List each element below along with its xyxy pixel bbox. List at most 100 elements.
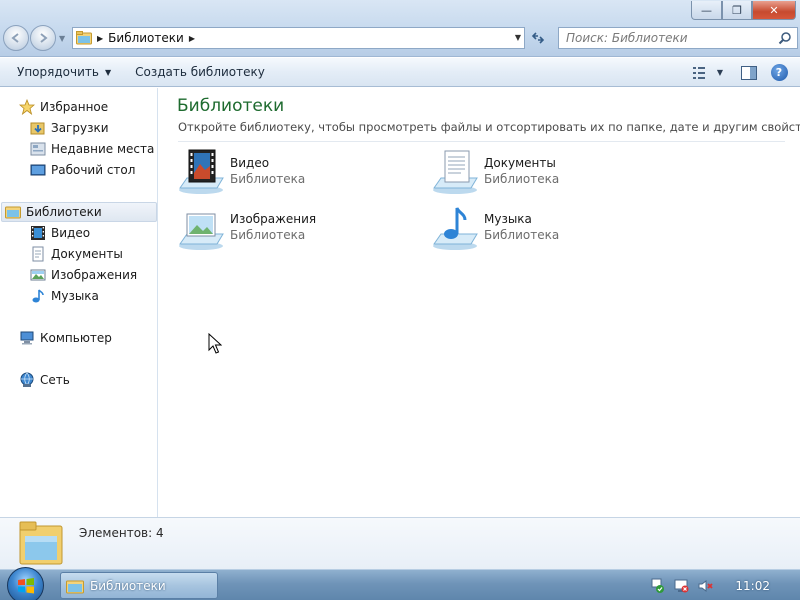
pictures-icon — [30, 267, 46, 283]
library-type: Библиотека — [230, 228, 306, 242]
library-name: Изображения — [230, 212, 317, 226]
nav-item-music[interactable]: Музыка — [30, 286, 99, 306]
search-input[interactable] — [566, 31, 771, 45]
items-count: Элементов: 4 — [79, 526, 164, 540]
nav-item-documents[interactable]: Документы — [30, 244, 123, 264]
libraries-folder-icon — [66, 580, 84, 593]
nav-item-label: Видео — [51, 226, 91, 240]
search-icon[interactable] — [778, 31, 792, 45]
computer-icon — [19, 330, 35, 346]
divider — [178, 141, 785, 142]
taskbar-item-libraries[interactable]: Библиотеки — [60, 572, 218, 599]
chevron-down-icon: ▼ — [104, 67, 112, 77]
nav-item-label: Рабочий стол — [51, 163, 136, 177]
navigation-pane: Избранное Загрузки Недавние места Рабочи… — [0, 88, 158, 517]
view-options-icon — [692, 66, 705, 79]
nav-libraries[interactable]: Библиотеки — [1, 202, 157, 222]
nav-item-label: Загрузки — [51, 121, 109, 135]
create-library-label: Создать библиотеку — [135, 65, 265, 79]
minimize-button[interactable]: — — [691, 1, 722, 20]
recent-pages-dropdown[interactable]: ▼ — [59, 34, 65, 43]
help-button[interactable]: ? — [764, 58, 794, 87]
view-dropdown-icon[interactable]: ▼ — [717, 68, 723, 77]
nav-item-desktop[interactable]: Рабочий стол — [30, 160, 135, 180]
action-center-icon[interactable] — [647, 576, 667, 596]
breadcrumb-separator-icon[interactable]: ▶ — [97, 34, 103, 43]
nav-favorites-label: Избранное — [40, 100, 109, 114]
nav-item-downloads[interactable]: Загрузки — [30, 118, 109, 138]
page-description: Откройте библиотеку, чтобы просмотреть ф… — [178, 120, 800, 134]
create-library-button[interactable]: Создать библиотеку — [126, 58, 274, 87]
breadcrumb-chevron-icon[interactable]: ▶ — [189, 34, 195, 43]
system-tray: 11:02 — [647, 570, 800, 600]
address-bar[interactable]: ▶ Библиотеки ▶ ▼ — [72, 27, 525, 49]
content-pane: Библиотеки Откройте библиотеку, чтобы пр… — [159, 88, 800, 517]
pictures-library-icon — [179, 213, 224, 250]
library-name: Музыка — [484, 212, 532, 226]
page-title: Библиотеки — [177, 96, 285, 116]
nav-computer-label: Компьютер — [40, 331, 112, 345]
nav-item-label: Музыка — [51, 289, 99, 303]
desktop-icon — [30, 162, 46, 178]
music-icon — [30, 288, 46, 304]
close-button[interactable]: ✕ — [752, 1, 796, 20]
forward-button[interactable] — [30, 25, 56, 51]
change-view-button[interactable]: ▼ — [688, 58, 728, 87]
library-tile-documents[interactable]: Документы Библиотека — [431, 148, 671, 198]
title-bar: — ❐ ✕ ▼ ▶ Библиотеки ▶ ▼ — [0, 0, 800, 57]
library-tile-pictures[interactable]: Изображения Библиотека — [177, 204, 417, 254]
mouse-cursor-icon — [208, 333, 222, 354]
back-button[interactable] — [3, 25, 29, 51]
library-tile-music[interactable]: Музыка Библиотека — [431, 204, 671, 254]
refresh-icon — [531, 32, 545, 44]
music-library-icon — [433, 207, 478, 250]
nav-item-video[interactable]: Видео — [30, 223, 90, 243]
preview-pane-button[interactable] — [734, 58, 764, 87]
start-button[interactable] — [7, 567, 44, 600]
library-tile-video[interactable]: Видео Библиотека — [177, 148, 417, 198]
caption-buttons: — ❐ ✕ — [691, 1, 796, 20]
refresh-button[interactable] — [527, 27, 549, 49]
documents-icon — [30, 246, 46, 262]
help-icon: ? — [770, 64, 788, 81]
preview-pane-icon — [741, 65, 757, 80]
taskbar-item-label: Библиотеки — [90, 578, 166, 593]
command-bar: Упорядочить ▼ Создать библиотеку ▼ ? — [0, 58, 800, 87]
libraries-folder-icon — [19, 521, 63, 565]
explorer-window: — ❐ ✕ ▼ ▶ Библиотеки ▶ ▼ Поиск: Библиоте… — [0, 0, 800, 569]
library-name: Документы — [484, 156, 556, 170]
documents-library-icon — [433, 150, 478, 194]
nav-item-label: Документы — [51, 247, 123, 261]
nav-favorites[interactable]: Избранное — [19, 97, 108, 117]
library-type: Библиотека — [484, 172, 560, 186]
nav-network[interactable]: Сеть — [19, 370, 70, 390]
nav-item-label: Недавние места — [51, 142, 155, 156]
volume-muted-icon[interactable] — [695, 576, 715, 596]
network-icon — [19, 372, 35, 388]
nav-item-pictures[interactable]: Изображения — [30, 265, 137, 285]
recent-places-icon — [30, 141, 46, 157]
organize-label: Упорядочить — [17, 65, 99, 79]
nav-computer[interactable]: Компьютер — [19, 328, 112, 348]
video-library-icon — [179, 149, 224, 194]
address-history-dropdown[interactable]: ▼ — [515, 33, 521, 42]
maximize-button[interactable]: ❐ — [722, 1, 752, 20]
library-type: Библиотека — [484, 228, 560, 242]
library-name: Видео — [230, 156, 270, 170]
forward-arrow-icon — [40, 33, 48, 43]
downloads-folder-icon — [30, 120, 46, 136]
details-pane: Элементов: 4 — [0, 517, 800, 569]
nav-item-label: Изображения — [51, 268, 138, 282]
video-icon — [30, 225, 46, 241]
taskbar-clock[interactable]: 11:02 — [735, 579, 770, 593]
nav-item-recent-places[interactable]: Недавние места — [30, 139, 154, 159]
search-box[interactable] — [558, 27, 798, 49]
libraries-folder-icon — [5, 204, 21, 220]
breadcrumb-libraries[interactable]: Библиотеки — [108, 31, 184, 45]
nav-network-label: Сеть — [40, 373, 70, 387]
back-arrow-icon — [11, 33, 19, 43]
windows-logo-icon — [17, 577, 34, 593]
organize-button[interactable]: Упорядочить ▼ — [8, 58, 120, 87]
libraries-folder-icon — [76, 31, 92, 45]
network-status-icon[interactable] — [671, 576, 691, 596]
